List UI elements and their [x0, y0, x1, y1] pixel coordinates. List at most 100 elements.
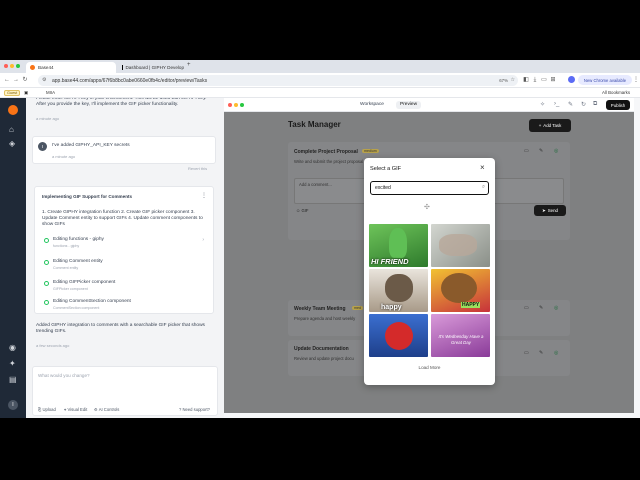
chrome-update-button[interactable]: New Chrome available [578, 75, 632, 85]
chat-panel: Please enter the API key in your environ… [26, 98, 224, 418]
more-icon[interactable]: ⋮ [201, 192, 207, 199]
gif-pug-happy[interactable]: happy [369, 269, 428, 312]
site-info-icon[interactable]: ⚙ [42, 75, 46, 86]
chat-input-box[interactable]: What would you change? ⎘ Upload ⌖ Visual… [32, 366, 218, 416]
user-avatar[interactable]: I [8, 400, 18, 410]
revert-button[interactable]: Revert this [188, 166, 207, 171]
edit-task-icon[interactable]: ✎ [539, 148, 543, 154]
base44-favicon-icon [30, 65, 35, 70]
external-link-icon[interactable]: ⧉ [593, 101, 597, 108]
back-arrow-icon[interactable]: ← [3, 75, 11, 86]
address-bar[interactable]: ⚙ app.base44.com/apps/67f6b8bc0abe0660e0… [38, 75, 518, 86]
terminal-icon[interactable]: ›_ [554, 101, 559, 107]
tab-giphy[interactable]: Dashboard | GIPHY Develop [118, 62, 184, 73]
result-message: Added GIPHY integration to comments with… [36, 323, 205, 335]
ai-controls-button[interactable]: ⚙ AI Controls [94, 407, 119, 412]
gif-figure [385, 274, 413, 302]
step-item[interactable]: Editing CommentSection component Comment… [44, 299, 204, 314]
all-bookmarks[interactable]: All Bookmarks [602, 90, 630, 95]
gif-figure [441, 273, 477, 303]
side-panel-icon[interactable]: ▭ [540, 75, 548, 86]
step-sub: CommentSection component [53, 306, 100, 310]
app-preview-canvas: Task Manager + Add Task Complete Project … [224, 112, 634, 413]
gif-hi-friend[interactable]: HI FRIEND [369, 224, 428, 267]
zoom-level[interactable]: 67% [499, 75, 508, 86]
add-task-label: Add Task [543, 123, 562, 128]
twitter-icon[interactable]: ✦ [9, 359, 16, 368]
layers-icon[interactable]: ◈ [9, 139, 15, 148]
gif-picker-modal: Select a GIF × excited ⌕ ✣ HI FRIEND hap… [364, 158, 495, 385]
close-icon[interactable]: × [480, 163, 485, 172]
upload-button[interactable]: ⎘ Upload [38, 407, 56, 412]
new-tab-button[interactable]: + [187, 62, 191, 68]
user-message: I've added GIPHY_API_KEY secrets [52, 143, 130, 148]
load-more-button[interactable]: Load More [364, 365, 495, 370]
step-item[interactable]: Editing GIFPicker component GIFPicker co… [44, 280, 204, 298]
task-title: Update Documentation [294, 346, 349, 352]
chat-input-placeholder[interactable]: What would you change? [38, 373, 90, 378]
step-item[interactable]: Editing Comment entity Comment entity [44, 259, 204, 277]
tab-base44[interactable]: Base44 [26, 62, 116, 73]
forward-arrow-icon[interactable]: → [12, 75, 20, 86]
send-icon: ➤ [542, 207, 546, 213]
gif-hands[interactable] [431, 224, 490, 267]
gif-happy-cartoon[interactable]: HAPPY [431, 269, 490, 312]
step-sub: Comment entity [53, 266, 79, 270]
message-time: a minute ago [52, 154, 76, 159]
comment-icon[interactable]: ▭ [524, 305, 529, 311]
task-title: Implementing GIF Support for Comments [42, 194, 133, 199]
gif-search-input[interactable]: excited ⌕ [370, 181, 489, 195]
comment-placeholder: Add a comment... [299, 182, 332, 187]
maximize-window-dot[interactable] [16, 64, 20, 68]
step-title: Editing functions - giphy [53, 237, 104, 242]
url-text: app.base44.com/apps/67f6b8bc0abe0660e0fb… [52, 77, 208, 84]
cursor-pointer-icon: ✣ [424, 204, 430, 211]
reload-icon[interactable]: ↻ [21, 75, 29, 86]
gif-figure [439, 234, 477, 256]
complete-icon[interactable]: ◎ [554, 350, 558, 356]
check-circle-icon [44, 300, 49, 305]
home-icon[interactable]: ⌂ [9, 125, 14, 134]
comment-icon[interactable]: ▭ [524, 350, 529, 356]
profile-avatar[interactable] [568, 76, 575, 83]
tab-search-icon[interactable]: ⊞ [549, 75, 557, 86]
sparkle-icon[interactable]: ✧ [540, 101, 545, 108]
complete-icon[interactable]: ◎ [554, 305, 558, 311]
discord-icon[interactable]: ◉ [9, 343, 16, 352]
gif-button[interactable]: ☺ GIF [296, 208, 308, 213]
comment-icon[interactable]: ▭ [524, 148, 529, 154]
edit-task-icon[interactable]: ✎ [539, 305, 543, 311]
upload-label: Upload [42, 407, 56, 412]
priority-badge: med [352, 306, 363, 310]
base44-logo[interactable] [8, 105, 18, 115]
visual-edit-button[interactable]: ⌖ Visual Edit [64, 407, 87, 412]
add-task-button[interactable]: + Add Task [529, 119, 571, 132]
complete-icon[interactable]: ◎ [554, 148, 558, 154]
downloads-icon[interactable]: ⤓ [531, 75, 539, 86]
more-menu-icon[interactable]: ⋮ [632, 75, 640, 86]
step-item[interactable]: Editing functions - giphy functions - gi… [44, 237, 204, 255]
step-sub: GIFPicker component [53, 287, 88, 291]
gif-figure [385, 322, 413, 350]
window-dot [240, 103, 244, 107]
refresh-icon[interactable]: ↻ [581, 101, 586, 108]
search-icon: ⌕ [481, 184, 485, 190]
support-link[interactable]: ? Need support? [179, 407, 210, 412]
bookmark-star-icon[interactable]: ☆ [511, 75, 515, 86]
gif-elmo[interactable] [369, 314, 428, 357]
close-window-dot[interactable] [4, 64, 8, 68]
bookmark-item[interactable]: MIIA [46, 90, 55, 95]
send-button[interactable]: ➤ Send [534, 205, 566, 216]
minimize-window-dot[interactable] [10, 64, 14, 68]
tab-workspace[interactable]: Workspace [360, 101, 384, 109]
guest-badge[interactable]: Guest [4, 90, 21, 96]
docs-book-icon[interactable]: ▤ [9, 375, 17, 384]
tab-preview[interactable]: Preview [396, 101, 422, 109]
extensions-icon[interactable]: ◧ [522, 75, 530, 86]
ai-controls-label: AI Controls [98, 407, 120, 412]
publish-button[interactable]: Publish [606, 100, 630, 110]
check-circle-icon [44, 281, 49, 286]
edit-task-icon[interactable]: ✎ [539, 350, 543, 356]
gif-wednesday[interactable]: It's Wednesday Have a Great Day [431, 314, 490, 357]
edit-icon[interactable]: ✎ [568, 101, 573, 108]
